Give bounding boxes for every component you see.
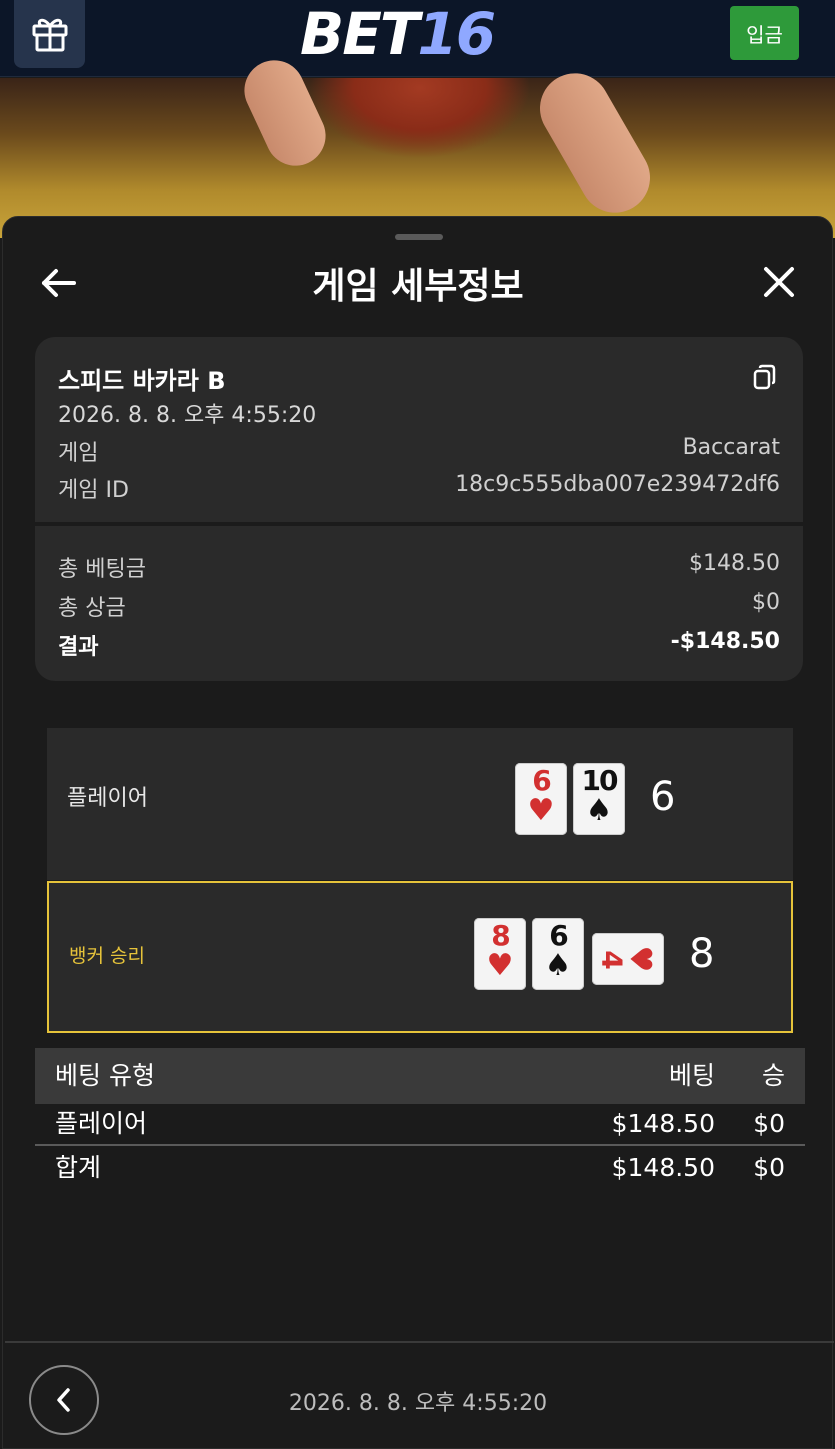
close-button[interactable]: [757, 260, 801, 304]
player-hand-total: 6: [650, 774, 676, 820]
brand-logo[interactable]: BET16: [300, 4, 540, 64]
footer-datetime: 2026. 8. 8. 오후 4:55:20: [288, 1391, 548, 1416]
total-bet-cell: $148.50: [611, 1153, 715, 1182]
copy-icon: [753, 364, 776, 390]
result-value: -$148.50: [670, 629, 780, 654]
bets-table-header: 베팅 유형 베팅 승: [35, 1048, 805, 1104]
banker-hand: 뱅커 승리 8 ♥ 6 ♠ 4 ♥ 8: [47, 881, 793, 1033]
previous-game-button[interactable]: [29, 1365, 99, 1435]
gift-icon: [32, 18, 67, 52]
gift-button[interactable]: [14, 0, 85, 68]
banker-card-1: 8 ♥: [474, 918, 526, 990]
game-type-label: 게임: [58, 441, 99, 466]
heart-suit-icon: ♥: [622, 945, 658, 973]
card-rank: 8: [491, 919, 511, 952]
heart-suit-icon: ♥: [486, 948, 514, 983]
player-hand-label: 플레이어: [67, 786, 148, 811]
total-win-row: 총 상금 $0: [58, 590, 780, 622]
table-row: 플레이어 $148.50 $0: [35, 1102, 805, 1146]
game-name: 스피드 바카라 B: [58, 367, 226, 395]
total-bet-value: $148.50: [689, 551, 780, 576]
top-bar: BET16 입금: [0, 0, 835, 77]
back-button[interactable]: [39, 263, 79, 303]
banker-hand-label: 뱅커 승리: [69, 945, 145, 967]
heart-suit-icon: ♥: [527, 793, 555, 828]
dealer-arm-right: [527, 60, 663, 226]
game-datetime: 2026. 8. 8. 오후 4:55:20: [58, 403, 317, 428]
sheet-title: 게임 세부정보: [312, 266, 524, 307]
player-card-2: 10 ♠: [573, 763, 625, 835]
bet-win-cell: $0: [753, 1109, 785, 1138]
result-row: 결과 -$148.50: [58, 629, 780, 661]
total-win-value: $0: [752, 590, 780, 615]
arrow-left-icon: [42, 269, 76, 297]
result-label: 결과: [58, 635, 99, 660]
deposit-button[interactable]: 입금: [730, 6, 799, 60]
player-card-1: 6 ♥: [515, 763, 567, 835]
total-win-label: 총 상금: [58, 596, 126, 621]
total-win-cell: $0: [753, 1153, 785, 1182]
game-details-sheet: 게임 세부정보 스피드 바카라 B 2026. 8. 8. 오후 4:55:20…: [2, 216, 834, 1449]
spade-suit-icon: ♠: [544, 948, 572, 983]
copy-button[interactable]: [751, 363, 779, 391]
banker-card-2: 6 ♠: [532, 918, 584, 990]
card-divider: [35, 522, 803, 526]
bet-type-cell: 플레이어: [55, 1109, 148, 1138]
card-rank: 10: [581, 764, 619, 797]
bet-win-header: 승: [761, 1061, 785, 1090]
table-total-row: 합계 $148.50 $0: [35, 1146, 805, 1190]
game-type-value: Baccarat: [682, 435, 780, 460]
game-info-section: 스피드 바카라 B 2026. 8. 8. 오후 4:55:20 게임 Bacc…: [35, 337, 803, 522]
game-id-value[interactable]: 18c9c555dba007e239472df6: [455, 472, 780, 504]
game-id-label: 게임 ID: [58, 478, 129, 503]
sheet-drag-handle[interactable]: [395, 234, 443, 240]
player-hand: 플레이어 6 ♥ 10 ♠ 6: [47, 728, 793, 880]
game-id-row: 게임 ID 18c9c555dba007e239472df6: [58, 472, 780, 504]
total-label-cell: 합계: [55, 1153, 102, 1182]
logo-text-main: BET: [300, 0, 419, 68]
total-bet-label: 총 베팅금: [58, 557, 146, 582]
banker-card-3: 4 ♥: [592, 933, 664, 985]
banker-hand-total: 8: [689, 931, 715, 977]
live-video-background: [0, 50, 835, 238]
close-icon: [764, 267, 794, 297]
bet-amount-cell: $148.50: [611, 1109, 715, 1138]
game-info-card: 스피드 바카라 B 2026. 8. 8. 오후 4:55:20 게임 Bacc…: [35, 337, 803, 681]
logo-text-number: 16: [417, 0, 496, 68]
game-type-row: 게임 Baccarat: [58, 435, 780, 467]
footer-divider: [5, 1341, 834, 1343]
card-rank: 6: [532, 764, 552, 797]
bet-type-header: 베팅 유형: [55, 1061, 155, 1090]
spade-suit-icon: ♠: [585, 793, 613, 828]
total-bet-row: 총 베팅금 $148.50: [58, 551, 780, 583]
card-rank: 6: [549, 919, 569, 952]
bet-amount-header: 베팅: [668, 1061, 715, 1090]
chevron-left-icon: [57, 1388, 70, 1412]
